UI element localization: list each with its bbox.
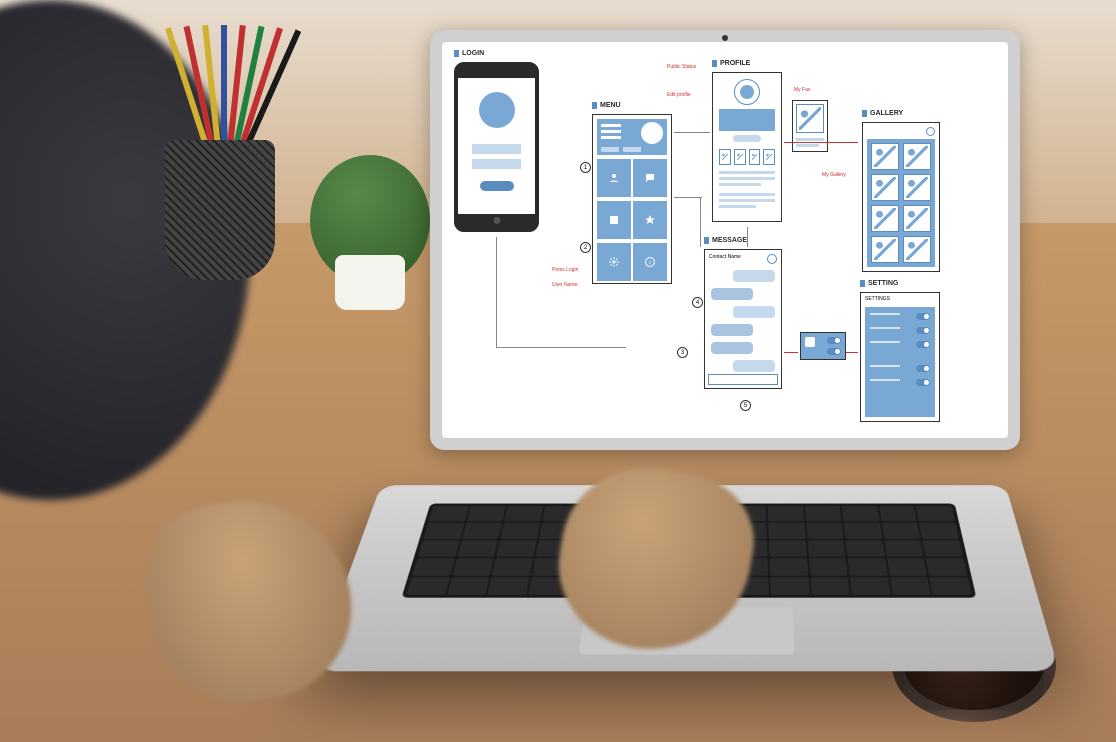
message-frame: Contact Name (704, 249, 782, 389)
profile-frame (712, 72, 782, 222)
message-title: MESSAGE (704, 237, 747, 244)
toggle-icon (916, 379, 930, 386)
step-1: 1 (580, 162, 591, 173)
toggle-icon (827, 337, 841, 344)
login-avatar-circle (479, 92, 515, 128)
chat-bubble (711, 324, 753, 336)
step-2: 2 (580, 242, 591, 253)
search-icon (767, 254, 777, 264)
gallery-frame (862, 122, 940, 272)
ann-user-name: User Name: (552, 282, 579, 288)
chat-bubble (711, 342, 753, 354)
login-password-field (472, 159, 521, 169)
ann-press-login: Press Login (552, 267, 578, 273)
toggle-icon (916, 341, 930, 348)
menu-tile-user (597, 159, 631, 197)
setting-card (800, 332, 846, 360)
menu-tile-chat (633, 159, 667, 197)
menu-tile-star (633, 201, 667, 239)
step-4: 4 (692, 297, 703, 308)
profile-side-card (792, 100, 828, 152)
pencil-cup (165, 140, 275, 280)
toggle-icon (827, 348, 841, 355)
message-header: Contact Name (709, 254, 741, 260)
setting-title: SETTING (860, 280, 898, 287)
profile-title: PROFILE (712, 60, 750, 67)
webcam-icon (722, 35, 728, 41)
setting-panel (865, 307, 935, 417)
login-button (480, 181, 514, 191)
message-input (708, 374, 778, 385)
setting-frame: SETTINGS (860, 292, 940, 422)
menu-tile-info: i (633, 243, 667, 281)
ann-myfav: My Fav (794, 87, 810, 93)
setting-sub: SETTINGS (865, 296, 890, 302)
pencils (175, 35, 285, 155)
gallery-grid (867, 139, 935, 267)
toggle-icon (916, 327, 930, 334)
toggle-icon (916, 365, 930, 372)
login-title: LOGIN (454, 50, 484, 57)
chat-bubble (733, 360, 775, 372)
menu-tile-gear (597, 243, 631, 281)
profile-avatar (734, 79, 760, 105)
toggle-icon (916, 313, 930, 320)
menu-title: MENU (592, 102, 621, 109)
chat-bubble (711, 288, 753, 300)
step-5: 5 (740, 400, 751, 411)
svg-text:i: i (649, 261, 650, 267)
ann-edit-profile: Edit profile (667, 92, 691, 98)
menu-tile-gallery (597, 201, 631, 239)
ann-public-status: Public Status (667, 64, 696, 70)
chat-bubble (733, 306, 775, 318)
menu-frame: i (592, 114, 672, 284)
login-username-field (472, 144, 521, 154)
laptop-screen: LOGIN Press Login User Name: MENU (430, 30, 1020, 450)
wireframe-diagram: LOGIN Press Login User Name: MENU (442, 42, 1008, 438)
step-3: 3 (677, 347, 688, 358)
login-phone-frame (454, 62, 539, 232)
gallery-title: GALLERY (862, 110, 903, 117)
chat-bubble (733, 270, 775, 282)
plant-pot (335, 255, 405, 310)
ann-my-gallery: My Gallery (822, 172, 846, 178)
search-icon (926, 127, 935, 136)
